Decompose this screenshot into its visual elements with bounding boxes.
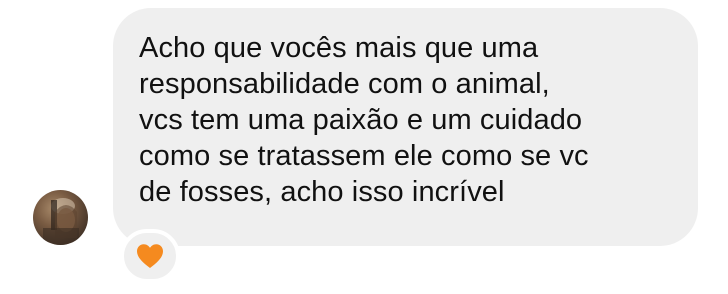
message-line: vcs tem uma paixão e um cuidado <box>139 104 583 136</box>
message-line: como se tratassem ele como se vc <box>139 140 589 172</box>
message-line: responsabilidade com o animal, <box>139 68 550 100</box>
message-bubble[interactable]: Acho que vocês mais que uma responsabili… <box>113 8 698 246</box>
message-text: Acho que vocês mais que uma responsabili… <box>139 30 684 210</box>
avatar-photo <box>43 198 79 245</box>
reaction-badge[interactable] <box>120 229 180 283</box>
sender-avatar[interactable] <box>33 190 88 245</box>
message-line: de fosses, acho isso incrível <box>139 176 505 208</box>
message-thread: Acho que vocês mais que uma responsabili… <box>0 0 728 294</box>
orange-heart-icon <box>137 244 163 268</box>
message-line: Acho que vocês mais que uma <box>139 32 539 64</box>
